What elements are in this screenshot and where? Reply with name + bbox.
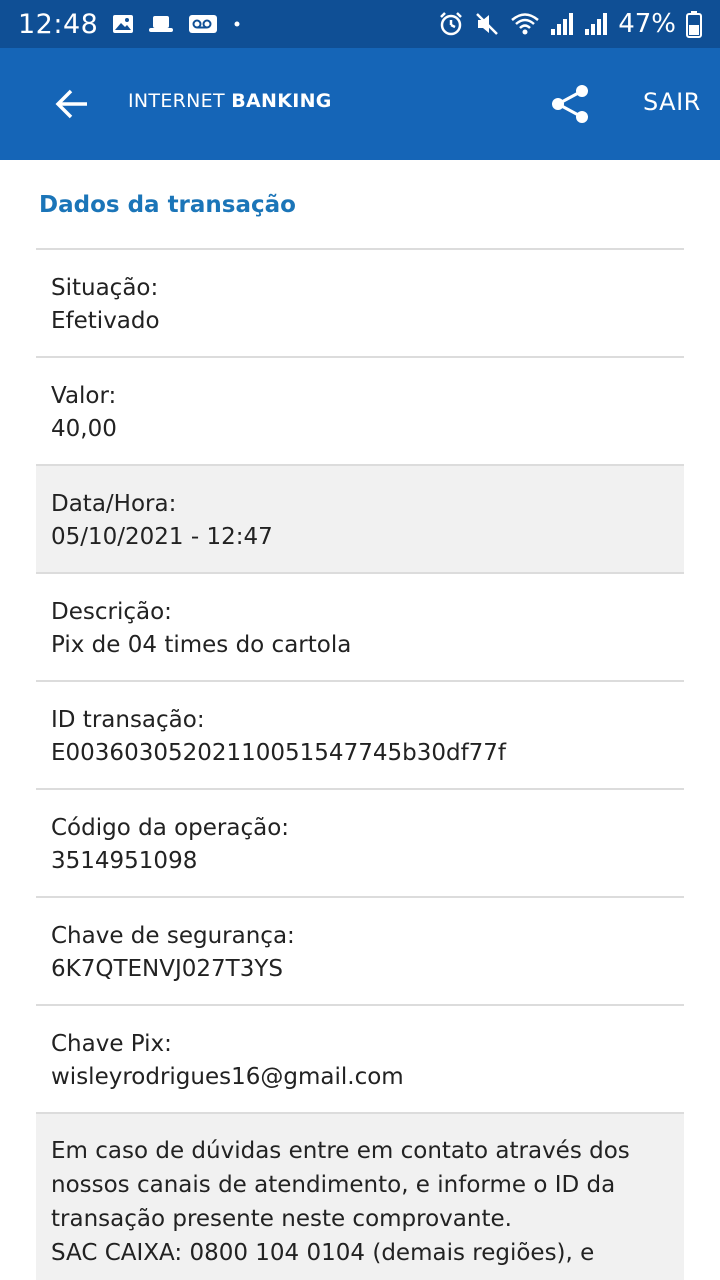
detail-value: Pix de 04 times do cartola [51,632,352,658]
hat-icon [148,14,174,34]
detail-label: Chave de segurança: [51,923,295,949]
mute-icon [474,11,500,37]
detail-label: Descrição: [51,599,172,625]
detail-label: Código da operação: [51,815,290,841]
status-right: 47% [438,9,702,39]
battery-icon [686,10,702,38]
share-button[interactable] [548,82,592,126]
detail-value: 40,00 [51,416,117,442]
status-bar: 12:48 47% [0,0,720,48]
detail-value: 6K7QTENVJ027T3YS [51,956,283,982]
detail-value: 05/10/2021 - 12:47 [51,524,273,550]
app-brand: INTERNET BANKING [128,90,332,112]
detail-row-datetime: Data/Hora: 05/10/2021 - 12:47 [36,466,684,574]
detail-value: Efetivado [51,308,160,334]
status-time: 12:48 [18,8,99,40]
detail-label: Valor: [51,383,117,409]
detail-label: Situação: [51,275,159,301]
status-left: 12:48 [18,9,242,40]
detail-row-description: Descrição: Pix de 04 times do cartola [36,574,684,682]
detail-label: Chave Pix: [51,1031,172,1057]
detail-row-pix-key: Chave Pix: wisleyrodrigues16@gmail.com [36,1006,684,1114]
detail-row-transaction-id: ID transação: E00360305202110051547745b3… [36,682,684,790]
signal-icon [584,11,608,37]
gallery-icon [112,14,134,34]
battery-percentage: 47% [618,9,676,39]
detail-row-security-key: Chave de segurança: 6K7QTENVJ027T3YS [36,898,684,1006]
detail-label: Data/Hora: [51,491,177,517]
notice-sac: SAC CAIXA: 0800 104 0104 (demais regiões… [51,1240,595,1266]
detail-value: wisleyrodrigues16@gmail.com [51,1064,404,1090]
notice-text: Em caso de dúvidas entre em contato atra… [51,1138,630,1232]
logout-button[interactable]: SAIR [643,88,701,116]
wifi-icon [510,11,540,37]
back-button[interactable] [52,84,92,124]
transaction-details: Dados da transação Situação: Efetivado V… [36,160,684,1280]
signal-icon [550,11,574,37]
share-icon [552,85,588,123]
support-notice: Em caso de dúvidas entre em contato atra… [36,1114,684,1280]
brand-light-text: INTERNET [128,90,232,112]
detail-value: 3514951098 [51,848,198,874]
brand-bold-text: BANKING [231,90,332,112]
detail-row-status: Situação: Efetivado [36,250,684,358]
voicemail-icon [188,14,218,34]
detail-row-operation-code: Código da operação: 3514951098 [36,790,684,898]
arrow-left-icon [55,89,87,119]
app-bar: INTERNET BANKING SAIR [0,48,720,160]
alarm-icon [438,11,464,37]
detail-value: E00360305202110051547745b30df77f [51,740,507,766]
detail-label: ID transação: [51,707,205,733]
section-title: Dados da transação [36,160,684,250]
detail-row-amount: Valor: 40,00 [36,358,684,466]
notification-dot-icon [232,19,242,29]
